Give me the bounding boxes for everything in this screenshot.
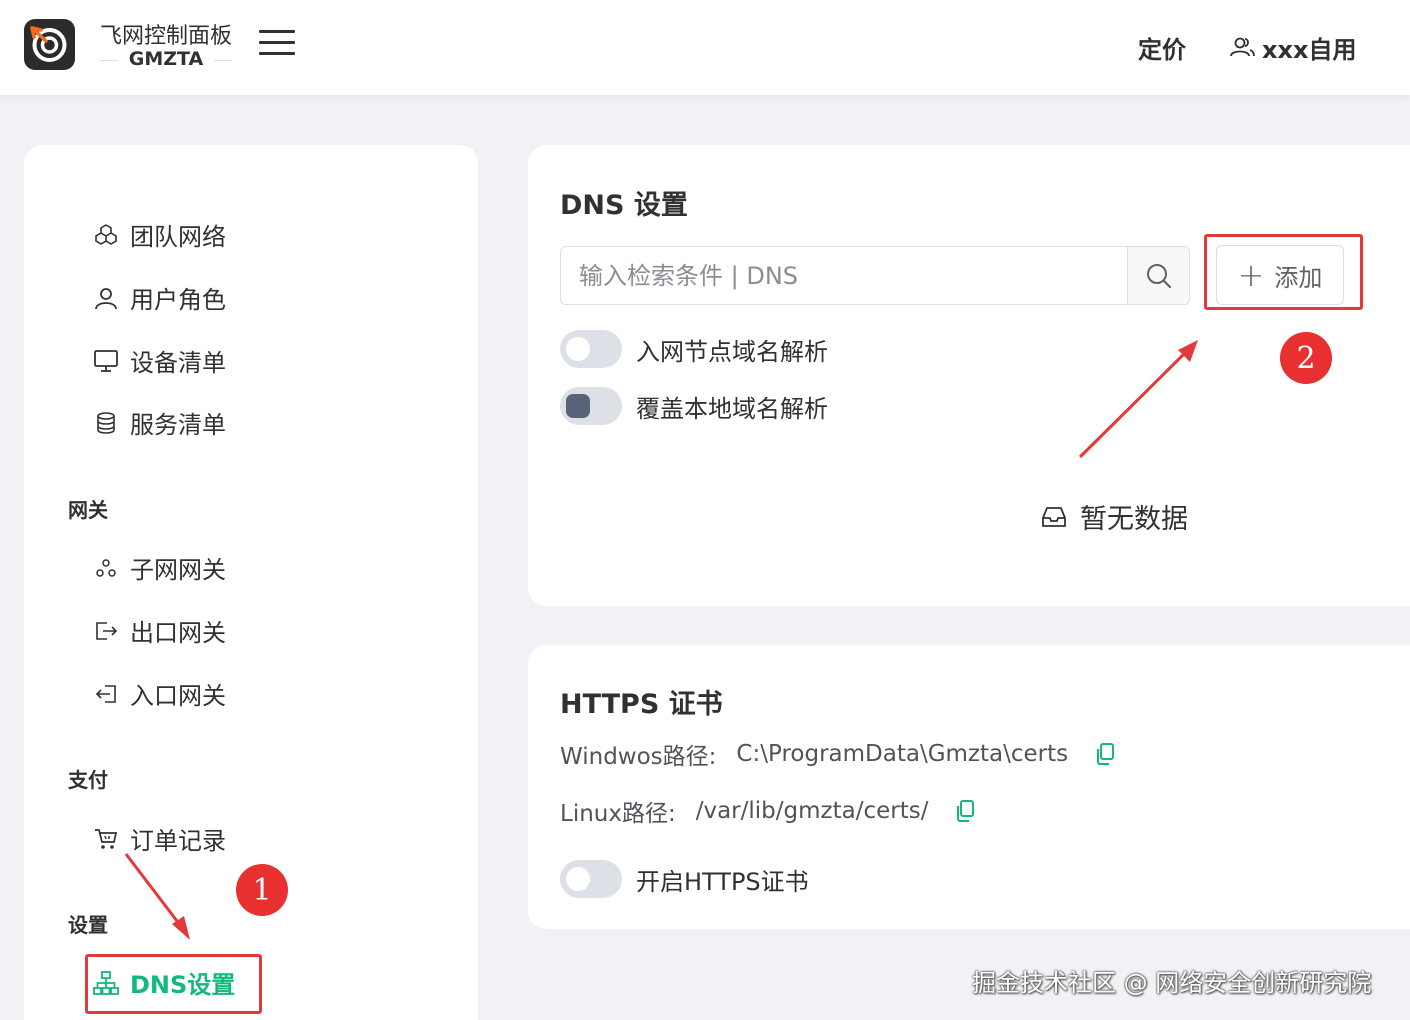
top-header: 飞网控制面板 GMZTA 定价 xxx自用 xyxy=(0,0,1410,95)
toggle-label: 开启HTTPS证书 xyxy=(636,867,809,896)
sidebar-item-subnet-gateway[interactable]: 子网网关 xyxy=(92,550,226,585)
empty-text: 暂无数据 xyxy=(1080,504,1188,535)
toggle-knob xyxy=(566,394,590,418)
app-logo[interactable] xyxy=(24,19,75,70)
annotation-badge-1: 1 xyxy=(236,864,288,916)
search-button[interactable] xyxy=(1127,247,1189,304)
https-cert-toggle[interactable] xyxy=(560,860,622,898)
hamburger-icon xyxy=(259,30,295,33)
override-local-toggle[interactable] xyxy=(560,387,622,425)
section-label-gateway: 网关 xyxy=(68,498,108,522)
annotation-badge-2: 2 xyxy=(1280,332,1332,384)
highlight-box-add-button xyxy=(1204,234,1363,310)
cubes-icon xyxy=(92,221,120,249)
https-card-title: HTTPS 证书 xyxy=(560,689,723,720)
dns-card-title: DNS 设置 xyxy=(560,190,688,221)
windows-path-label: Windwos路径: xyxy=(560,744,717,770)
inbox-icon xyxy=(1042,506,1066,527)
sidebar-item-label: 服务清单 xyxy=(130,411,226,439)
https-cert-card: HTTPS 证书 Windwos路径: C:\ProgramData\Gmzta… xyxy=(528,645,1410,929)
users-icon xyxy=(1230,37,1255,56)
user-name: xxx自用 xyxy=(1262,36,1357,64)
sidebar-item-orders[interactable]: 订单记录 xyxy=(92,821,226,856)
sidebar-item-label: 入口网关 xyxy=(130,682,226,710)
copy-icon[interactable] xyxy=(954,799,976,823)
brand-name-cn: 飞网控制面板 xyxy=(100,24,233,49)
section-label-settings: 设置 xyxy=(68,913,108,937)
search-box xyxy=(560,246,1190,305)
sidebar-item-team-network[interactable]: 团队网络 xyxy=(92,217,226,252)
sidebar-item-label: 设备清单 xyxy=(130,349,226,377)
sidebar-item-entry-gateway[interactable]: 入口网关 xyxy=(92,676,226,711)
empty-state: 暂无数据 xyxy=(1040,497,1188,536)
sidebar-item-user-roles[interactable]: 用户角色 xyxy=(92,280,226,315)
toggle-row-override-local: 覆盖本地域名解析 xyxy=(560,387,828,425)
sidebar-item-label: 子网网关 xyxy=(130,556,226,584)
logo-icon xyxy=(30,26,67,62)
toggle-knob xyxy=(566,337,590,361)
brand-name-en: GMZTA xyxy=(98,48,234,70)
sidebar-item-services[interactable]: 服务清单 xyxy=(92,405,226,440)
toggle-label: 覆盖本地域名解析 xyxy=(636,394,828,423)
toggle-row-node-resolution: 入网节点域名解析 xyxy=(560,330,828,368)
sidebar-item-label: 团队网络 xyxy=(130,223,226,251)
hamburger-line xyxy=(259,41,295,44)
database-icon xyxy=(92,409,120,437)
windows-path-value: C:\ProgramData\Gmzta\certs xyxy=(736,741,1069,767)
linux-path-value: /var/lib/gmzta/certs/ xyxy=(695,798,929,824)
linux-path-label: Linux路径: xyxy=(560,801,676,827)
toggle-label: 入网节点域名解析 xyxy=(636,337,828,366)
toggle-knob xyxy=(566,867,590,891)
search-icon xyxy=(1146,263,1171,288)
toggle-row-https: 开启HTTPS证书 xyxy=(560,860,809,898)
cart-icon xyxy=(92,825,120,853)
linux-path-row: Linux路径: /var/lib/gmzta/certs/ xyxy=(560,794,976,828)
exit-icon xyxy=(92,617,120,645)
entry-icon xyxy=(92,680,120,708)
dns-search-input[interactable] xyxy=(561,247,1127,304)
highlight-box-dns-menu xyxy=(85,954,262,1014)
sidebar-item-label: 出口网关 xyxy=(130,619,226,647)
menu-toggle-button[interactable] xyxy=(259,30,295,58)
windows-path-row: Windwos路径: C:\ProgramData\Gmzta\certs xyxy=(560,737,1116,771)
dns-settings-card: DNS 设置 + 添加 入网节点域名解析 覆盖本地域名解析 暂无数据 xyxy=(528,145,1410,606)
sidebar-item-label: 订单记录 xyxy=(130,827,226,855)
node-resolution-toggle[interactable] xyxy=(560,330,622,368)
sidebar-item-label: 用户角色 xyxy=(130,286,226,314)
hamburger-line xyxy=(259,52,295,55)
sidebar-item-exit-gateway[interactable]: 出口网关 xyxy=(92,613,226,648)
user-icon xyxy=(92,284,120,312)
watermark: 掘金技术社区 @ 网络安全创新研究院 xyxy=(972,969,1372,997)
pricing-link[interactable]: 定价 xyxy=(1138,30,1186,65)
section-label-payment: 支付 xyxy=(68,768,108,792)
subnet-icon xyxy=(92,554,120,582)
user-menu[interactable]: xxx自用 xyxy=(1228,30,1356,65)
monitor-icon xyxy=(92,347,120,375)
copy-icon[interactable] xyxy=(1094,742,1116,766)
sidebar-item-devices[interactable]: 设备清单 xyxy=(92,343,226,378)
